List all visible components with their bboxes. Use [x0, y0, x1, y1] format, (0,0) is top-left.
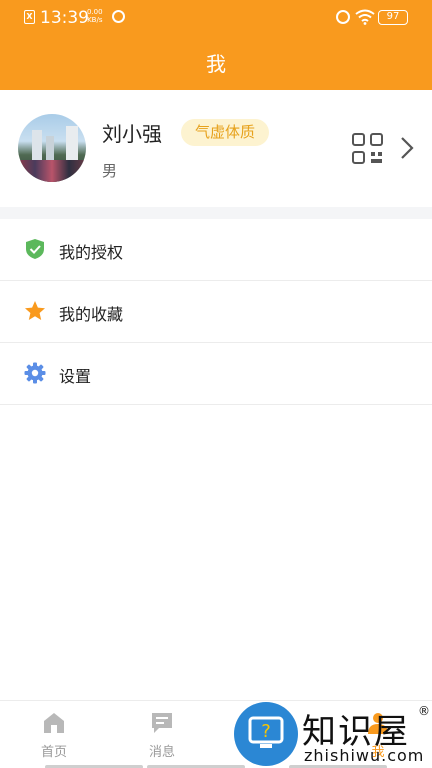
network-speed-value: 0.00	[87, 8, 103, 16]
menu-item-authorization[interactable]: 我的授权	[0, 219, 432, 281]
wifi-icon	[355, 9, 375, 25]
sync-icon	[112, 10, 125, 23]
app-header: X 13:39 0.00 KB/s 97 我	[0, 0, 432, 90]
qr-code-icon[interactable]	[352, 133, 383, 164]
alarm-icon	[336, 10, 350, 24]
profile-card[interactable]: 刘小强 气虚体质 男	[0, 90, 432, 207]
chevron-right-icon[interactable]	[400, 136, 414, 160]
monitor-question-icon: ?	[248, 716, 284, 748]
network-speed-unit: KB/s	[87, 16, 103, 24]
nav-label: 首页	[40, 745, 67, 760]
watermark-registered: ®	[418, 704, 430, 718]
menu-list: 我的授权 我的收藏 设置	[0, 219, 432, 405]
nav-item-home[interactable]: 首页	[0, 701, 108, 768]
watermark-domain: zhishiwu.com	[304, 746, 425, 765]
nav-label: 消息	[148, 745, 175, 760]
menu-item-settings[interactable]: 设置	[0, 343, 432, 405]
svg-text:?: ?	[261, 721, 271, 742]
network-speed: 0.00 KB/s	[87, 8, 103, 24]
menu-item-label: 设置	[59, 367, 92, 386]
menu-item-label: 我的授权	[59, 243, 124, 262]
home-icon	[44, 713, 64, 733]
gear-icon	[24, 362, 46, 384]
nav-item-messages[interactable]: 消息	[108, 701, 216, 768]
status-bar: X 13:39 0.00 KB/s 97	[0, 0, 432, 34]
section-divider	[0, 207, 432, 219]
menu-item-favorites[interactable]: 我的收藏	[0, 281, 432, 343]
avatar[interactable]	[18, 114, 86, 182]
star-icon	[25, 301, 45, 320]
user-name: 刘小强	[102, 122, 162, 146]
battery-indicator: 97	[378, 10, 408, 25]
sim-icon: X	[24, 10, 35, 24]
menu-item-label: 我的收藏	[59, 305, 124, 324]
watermark-logo: ?	[234, 702, 298, 766]
message-icon	[152, 713, 172, 733]
user-gender: 男	[102, 162, 118, 180]
constitution-badge: 气虚体质	[181, 119, 270, 146]
status-time: 13:39	[40, 8, 89, 28]
shield-check-icon	[26, 239, 44, 259]
page-title: 我	[206, 52, 226, 76]
